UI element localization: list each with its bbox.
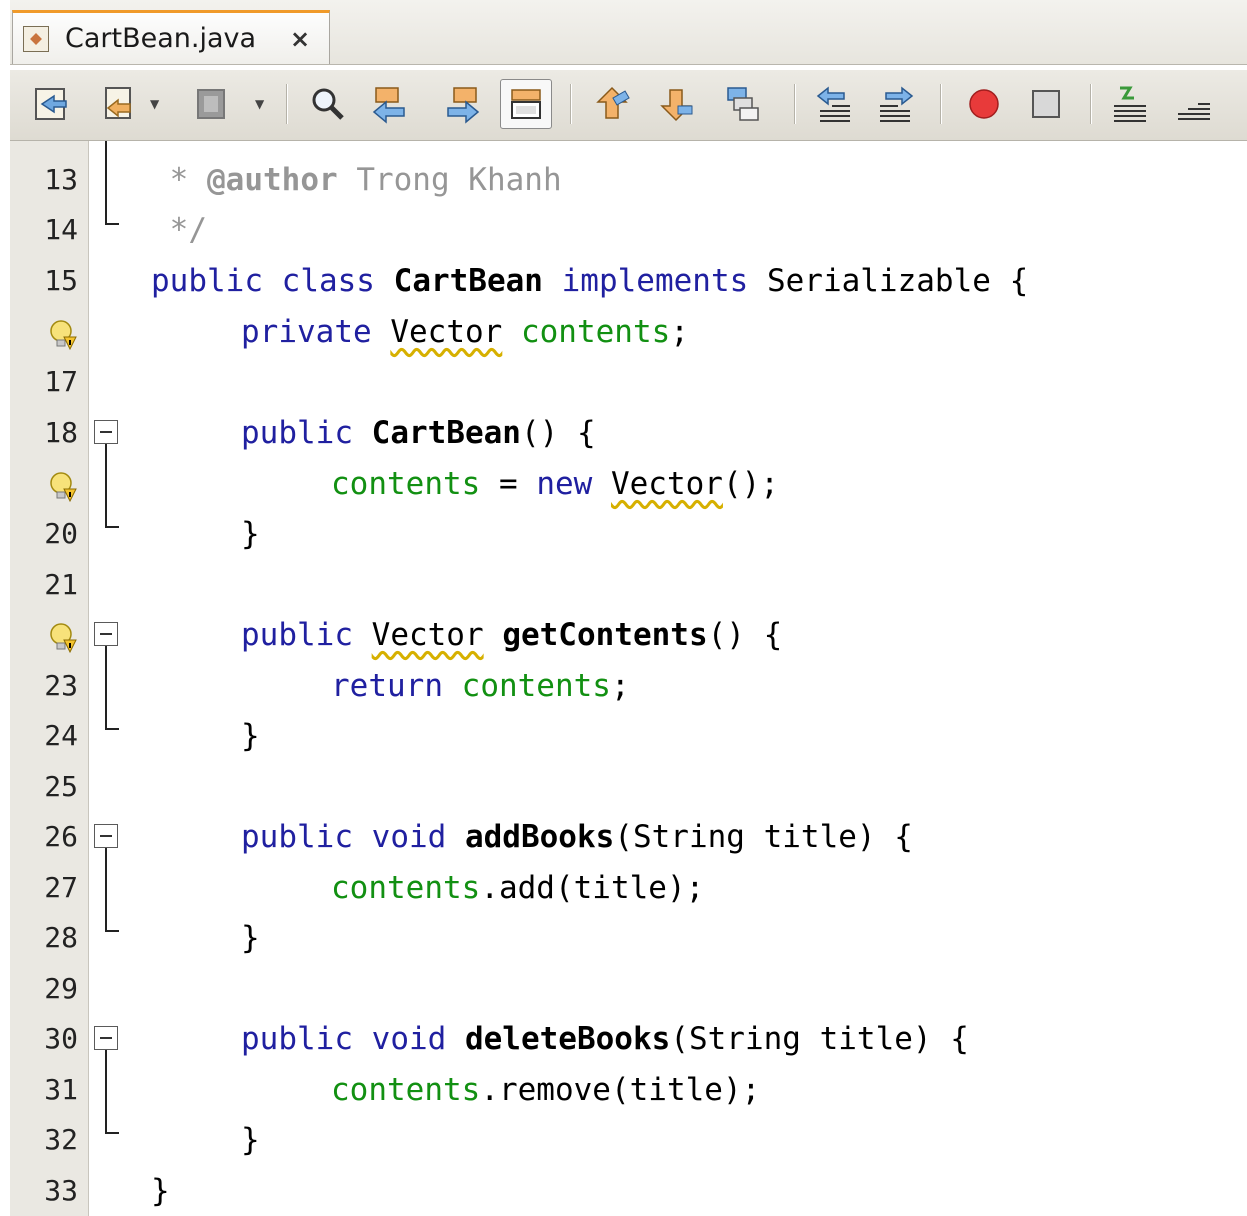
code-line: 33 }	[10, 1166, 1247, 1216]
line-number: 27	[44, 871, 78, 904]
line-number: 23	[44, 669, 78, 702]
code-line: public Vector getContents() {	[10, 610, 1247, 660]
find-icon[interactable]	[306, 82, 350, 126]
code-line: private Vector contents;	[10, 307, 1247, 357]
line-number: 26	[44, 820, 78, 853]
code-line: 23 return contents;	[10, 661, 1247, 711]
editor-window: CartBean.java × ▼ ▼ 13 * @author Trong K…	[10, 0, 1247, 1216]
code-line: 20 }	[10, 509, 1247, 559]
shift-right-icon[interactable]	[874, 82, 918, 126]
line-number: 31	[44, 1073, 78, 1106]
toggle-bookmark-icon[interactable]	[722, 82, 766, 126]
close-tab-icon[interactable]: ×	[290, 25, 310, 53]
warning-lightbulb-icon[interactable]	[48, 468, 78, 503]
code-line: 25	[10, 762, 1247, 812]
forward-icon[interactable]	[190, 82, 234, 126]
line-number: 13	[44, 163, 78, 196]
forward-dropdown-icon[interactable]: ▼	[255, 97, 264, 111]
start-macro-icon[interactable]	[962, 82, 1006, 126]
code-line: 14 */	[10, 205, 1247, 255]
toggle-highlight-icon[interactable]	[500, 79, 552, 129]
previous-bookmark-icon[interactable]	[590, 82, 634, 126]
code-line: 24 }	[10, 711, 1247, 761]
code-line: 13 * @author Trong Khanh	[10, 155, 1247, 205]
next-bookmark-icon[interactable]	[654, 82, 698, 126]
back-icon[interactable]	[98, 82, 142, 126]
editor-toolbar: ▼ ▼	[10, 70, 1247, 141]
line-number: 29	[44, 972, 78, 1005]
line-number: 24	[44, 719, 78, 752]
code-line: 31 contents.remove(title);	[10, 1065, 1247, 1115]
line-number: 32	[44, 1123, 78, 1156]
code-line: 27 contents.add(title);	[10, 863, 1247, 913]
code-line: 17	[10, 357, 1247, 407]
back-dropdown-icon[interactable]: ▼	[150, 97, 159, 111]
code-editor[interactable]: 13 * @author Trong Khanh 14 */ 15 public…	[10, 141, 1247, 1216]
code-line: 15 public class CartBean implements Seri…	[10, 256, 1247, 306]
uncomment-icon[interactable]	[1172, 82, 1216, 126]
warning-lightbulb-icon[interactable]	[48, 619, 78, 654]
line-number: 28	[44, 921, 78, 954]
find-previous-icon[interactable]	[368, 82, 412, 126]
find-next-icon[interactable]	[440, 82, 484, 126]
tab-cartbean-java[interactable]: CartBean.java ×	[12, 10, 330, 64]
code-line: 26 public void addBooks(String title) {	[10, 812, 1247, 862]
line-number: 18	[44, 416, 78, 449]
java-file-icon	[23, 25, 49, 52]
line-number: 20	[44, 517, 78, 550]
tab-bar: CartBean.java ×	[10, 0, 1247, 65]
code-line: 28 }	[10, 913, 1247, 963]
line-number: 17	[44, 365, 78, 398]
line-number: 14	[44, 213, 78, 246]
tab-label: CartBean.java	[65, 23, 257, 54]
line-number: 15	[44, 264, 78, 297]
last-edit-icon[interactable]	[30, 82, 74, 126]
line-number: 21	[44, 568, 78, 601]
shift-left-icon[interactable]	[812, 82, 856, 126]
code-line: contents = new Vector();	[10, 459, 1247, 509]
code-line: 18 public CartBean() {	[10, 408, 1247, 458]
warning-lightbulb-icon[interactable]	[48, 316, 78, 351]
code-line: 21	[10, 560, 1247, 610]
code-line: 30 public void deleteBooks(String title)…	[10, 1014, 1247, 1064]
line-number: 33	[44, 1174, 78, 1207]
line-number: 25	[44, 770, 78, 803]
code-line: 32 }	[10, 1115, 1247, 1165]
line-number: 30	[44, 1022, 78, 1055]
comment-icon[interactable]	[1108, 82, 1152, 126]
code-line: 29	[10, 964, 1247, 1014]
stop-macro-icon[interactable]	[1024, 82, 1068, 126]
